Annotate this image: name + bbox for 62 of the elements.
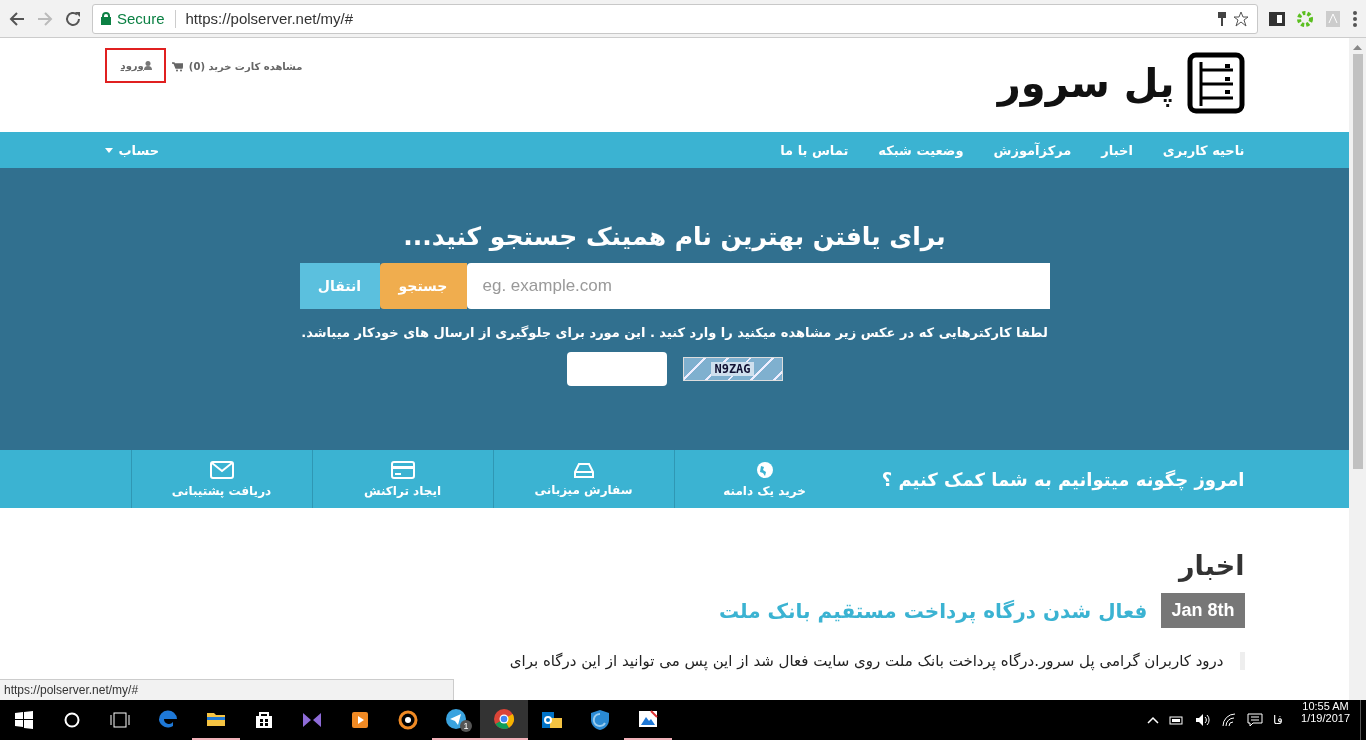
nav-link[interactable]: ناحیه کاربری [1162,142,1245,158]
hero-title: برای یافتن بهترین نام همینک جستجو کنید... [403,222,946,251]
login-link[interactable]: ورود [120,60,144,71]
captcha-instructions: لطفا کارکترهایی که در عکس زیر مشاهده میکنید را وارد کنید . این مورد برای جلوگیری از ارسال های خودکار میباشد. [301,325,1048,340]
nav-link[interactable]: اخبار [1101,142,1133,158]
envelope-icon [209,460,234,479]
wheel-icon [492,707,516,731]
globe-icon [755,460,774,479]
help-label: خرید یک دامنه [723,483,806,498]
battery-icon[interactable] [1169,714,1186,726]
user-icon [143,61,152,70]
credit-card-icon [390,460,415,479]
shield-icon [588,708,612,732]
clock[interactable]: 10:55 AM 1/19/2017 [1291,700,1360,740]
domain-search-field[interactable]: eg. example.com [466,263,1050,309]
reload-icon[interactable] [64,9,82,28]
date-badge: Jan 8th [1161,593,1245,628]
search-button[interactable]: جستجو [379,263,467,309]
help-label: ایجاد تراکنش [364,483,442,498]
speaker-icon[interactable] [1195,713,1212,727]
help-label: سفارش میزبانی [534,482,633,497]
news-title[interactable]: فعال شدن درگاه پرداخت مستقیم بانک ملت [718,598,1148,623]
nav-link[interactable]: مرکزآموزش [993,142,1072,158]
chevron-up-icon[interactable] [1147,716,1160,724]
star-icon[interactable] [1233,10,1249,27]
nav-link[interactable]: وضعیت شبکه [878,142,964,158]
wifi-icon[interactable] [1221,713,1238,727]
task-view-icon [110,712,130,728]
url-text: https://polserver.net/my/# [185,10,355,27]
secure-label: Secure [117,10,165,27]
scroll-up-icon[interactable] [1353,44,1362,50]
language-indicator[interactable]: فا [1273,713,1284,727]
status-url: https://polserver.net/my/# [0,679,454,700]
chat-icon[interactable] [1247,713,1264,727]
drive-icon [573,461,594,478]
server-icon [1186,52,1245,114]
account-menu[interactable]: حساب [118,142,160,158]
news-text: درود کاربران گرامی پل سرور.درگاه پرداخت بانک ملت روی سایت فعال شد از این پس می توانید از این درگاه برای [104,652,1245,670]
nav-link[interactable]: تماس با ما [780,142,849,158]
windows-logo-icon [15,711,33,729]
clock-time: 10:55 AM [1302,700,1349,712]
transfer-button[interactable]: انتقال [299,263,380,309]
circle-icon [64,712,80,728]
cart-link[interactable]: مشاهده کارت خرید (0) [188,61,303,72]
clock-date: 1/19/2017 [1301,712,1350,724]
logo-text: پل سرور [997,60,1175,106]
notification-badge: 1 [460,720,472,732]
help-title: امروز چگونه میتوانیم به شما کمک کنیم ؟ [880,467,1245,493]
menu-icon[interactable] [1352,9,1358,28]
captcha-text: N9ZAG [711,362,754,376]
taskbar-app[interactable] [480,700,528,740]
back-icon[interactable] [8,9,26,28]
caret-icon [104,147,113,153]
scrollbar[interactable] [1349,38,1366,700]
news-heading: اخبار [1177,550,1245,581]
extension-icon[interactable] [1268,9,1286,28]
captcha-field[interactable] [566,352,667,386]
cart-icon [171,61,183,72]
paper-plane-icon [444,707,468,731]
help-label: دریافت پشتیبانی [171,483,272,498]
lock-icon [101,12,111,25]
address-bar[interactable]: Secure https://polserver.net/my/# [92,3,1258,34]
